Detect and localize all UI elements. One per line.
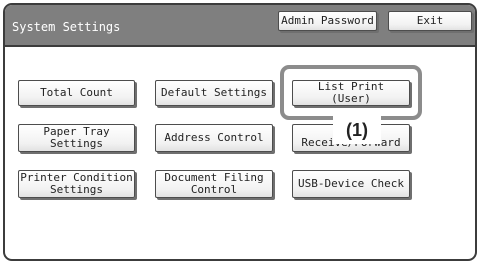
default-settings-button[interactable]: Default Settings bbox=[155, 80, 273, 106]
total-count-button[interactable]: Total Count bbox=[18, 80, 135, 106]
paper-tray-settings-button[interactable]: Paper Tray Settings bbox=[18, 124, 135, 152]
callout-label: (1) bbox=[333, 116, 381, 144]
usb-device-check-button[interactable]: USB-Device Check bbox=[292, 170, 410, 198]
admin-password-button[interactable]: Admin Password bbox=[278, 11, 377, 31]
callout-highlight bbox=[280, 65, 422, 120]
document-filing-control-button[interactable]: Document Filing Control bbox=[155, 170, 273, 198]
printer-condition-settings-button[interactable]: Printer Condition Settings bbox=[18, 170, 135, 198]
address-control-button[interactable]: Address Control bbox=[155, 124, 273, 152]
screen-title: System Settings bbox=[12, 20, 121, 34]
exit-button[interactable]: Exit bbox=[388, 11, 472, 31]
